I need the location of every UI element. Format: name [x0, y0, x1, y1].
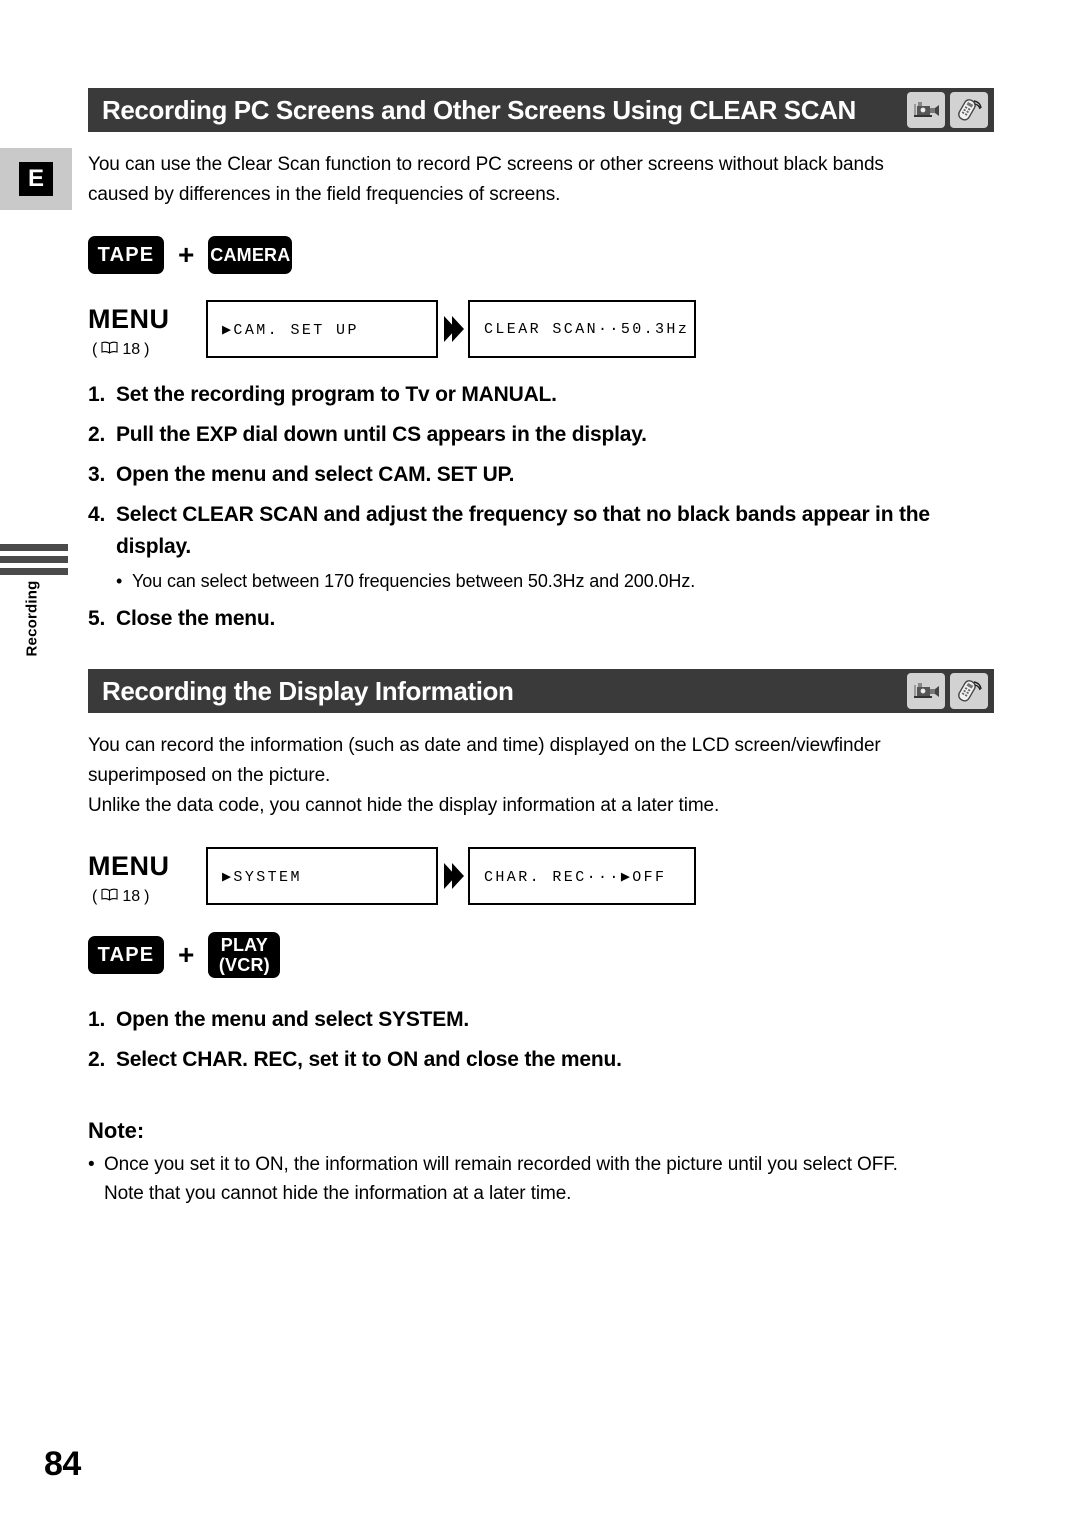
intro-line: Unlike the data code, you cannot hide th…	[88, 795, 720, 816]
paren-close: )	[144, 341, 150, 358]
menu-label-group: MENU ( 18 )	[88, 300, 206, 359]
step-item: 2. Pull the EXP dial down until CS appea…	[88, 419, 994, 451]
step-item: 3. Open the menu and select CAM. SET UP.	[88, 459, 994, 491]
section-title: Recording PC Screens and Other Screens U…	[102, 94, 856, 125]
double-chevron-right-icon	[438, 300, 468, 358]
steps-display-info: 1. Open the menu and select SYSTEM. 2. S…	[88, 1004, 994, 1076]
remote-control-icon	[950, 673, 988, 709]
menu-word: MENU	[88, 304, 170, 334]
menu-flow-display-info: MENU ( 18 ) ▶SYSTEM CHAR. REC···▶OFF	[88, 847, 994, 906]
mode-badge-play-line1: PLAY	[220, 935, 268, 955]
step-number: 5.	[88, 607, 106, 630]
reference-page-number: 18	[122, 341, 141, 358]
menu-screen-box-2: CHAR. REC···▶OFF	[468, 847, 696, 905]
step-text: Close the menu.	[116, 607, 276, 630]
menu-page-reference: ( 18 )	[88, 888, 206, 906]
paren-open: (	[92, 888, 98, 905]
book-icon	[101, 341, 118, 359]
mode-badges-camera: TAPE + CAMERA	[88, 236, 994, 274]
language-tab-label: E	[19, 162, 53, 196]
step-text: Open the menu and select SYSTEM.	[116, 1008, 470, 1031]
step-text: Set the recording program to Tv or MANUA…	[116, 383, 557, 406]
step-number: 1.	[88, 1008, 106, 1031]
step-number: 2.	[88, 423, 106, 446]
section-intro-clear-scan: You can use the Clear Scan function to r…	[88, 150, 994, 210]
header-icon-group	[907, 673, 994, 709]
language-tab: E	[0, 148, 72, 210]
camcorder-icon	[907, 92, 945, 128]
remote-control-icon	[950, 92, 988, 128]
step-text: Select CLEAR SCAN and adjust the frequen…	[116, 503, 930, 558]
intro-line: superimposed on the picture.	[88, 765, 331, 786]
bullet-dot: •	[116, 571, 123, 591]
step-item: 1. Set the recording program to Tv or MA…	[88, 379, 994, 411]
section-header-clear-scan: Recording PC Screens and Other Screens U…	[88, 88, 994, 132]
paren-close: )	[144, 888, 150, 905]
header-icon-group	[907, 92, 994, 128]
mode-badges-play: TAPE + PLAY (VCR)	[88, 932, 994, 978]
plus-sign: +	[178, 239, 195, 270]
rule-bar	[0, 544, 68, 551]
mode-badge-play-line2: (VCR)	[218, 955, 270, 975]
bullet-dot: •	[88, 1154, 95, 1175]
step-number: 3.	[88, 463, 106, 486]
note-text: Once you set it to ON, the information w…	[104, 1150, 994, 1208]
menu-screen-box-2: CLEAR SCAN··50.3Hz	[468, 300, 696, 358]
note-heading: Note:	[88, 1118, 145, 1143]
mode-badge-play-vcr: PLAY (VCR)	[208, 932, 281, 978]
reference-page-number: 18	[122, 888, 141, 905]
book-icon	[101, 888, 118, 906]
note-item: • Once you set it to ON, the information…	[88, 1150, 994, 1208]
plus-sign: +	[178, 939, 195, 970]
step-number: 1.	[88, 383, 106, 406]
mode-badge-tape: TAPE	[88, 236, 164, 274]
section-title: Recording the Display Information	[102, 675, 514, 706]
note-line: Once you set it to ON, the information w…	[104, 1154, 898, 1175]
menu-page-reference: ( 18 )	[88, 341, 206, 359]
mode-badge-camera: CAMERA	[208, 236, 293, 274]
note-line: Note that you cannot hide the informatio…	[104, 1183, 572, 1204]
page-number: 84	[44, 1445, 81, 1483]
step-item: 4. Select CLEAR SCAN and adjust the freq…	[88, 499, 994, 563]
double-chevron-right-icon	[438, 847, 468, 905]
intro-line: caused by differences in the field frequ…	[88, 184, 561, 205]
step-item: 1. Open the menu and select SYSTEM.	[88, 1004, 994, 1036]
step-text: Open the menu and select CAM. SET UP.	[116, 463, 515, 486]
section-intro-display-info: You can record the information (such as …	[88, 731, 994, 821]
intro-line: You can use the Clear Scan function to r…	[88, 154, 884, 175]
step-text: Select CHAR. REC, set it to ON and close…	[116, 1048, 622, 1071]
sub-bullet-text: You can select between 170 frequencies b…	[132, 571, 696, 591]
step-number: 2.	[88, 1048, 106, 1071]
step-text: Pull the EXP dial down until CS appears …	[116, 423, 647, 446]
step-sub-bullet: • You can select between 170 frequencies…	[116, 567, 994, 595]
step-item: 5. Close the menu.	[88, 603, 994, 635]
mode-badge-tape: TAPE	[88, 936, 164, 974]
step-number: 4.	[88, 503, 106, 526]
section-header-display-info: Recording the Display Information	[88, 669, 994, 713]
chapter-side-label: Recording	[23, 580, 41, 657]
camcorder-icon	[907, 673, 945, 709]
menu-flow-clear-scan: MENU ( 18 ) ▶CAM. SET UP CLEAR SCAN··50.…	[88, 300, 994, 359]
menu-label-group: MENU ( 18 )	[88, 847, 206, 906]
intro-line: You can record the information (such as …	[88, 735, 881, 756]
menu-screen-box-1: ▶SYSTEM	[206, 847, 438, 905]
step-item: 2. Select CHAR. REC, set it to ON and cl…	[88, 1044, 994, 1076]
menu-screen-box-1: ▶CAM. SET UP	[206, 300, 438, 358]
menu-word: MENU	[88, 851, 170, 881]
page-content: Recording PC Screens and Other Screens U…	[88, 0, 994, 1526]
steps-clear-scan: 1. Set the recording program to Tv or MA…	[88, 379, 994, 635]
paren-open: (	[92, 341, 98, 358]
